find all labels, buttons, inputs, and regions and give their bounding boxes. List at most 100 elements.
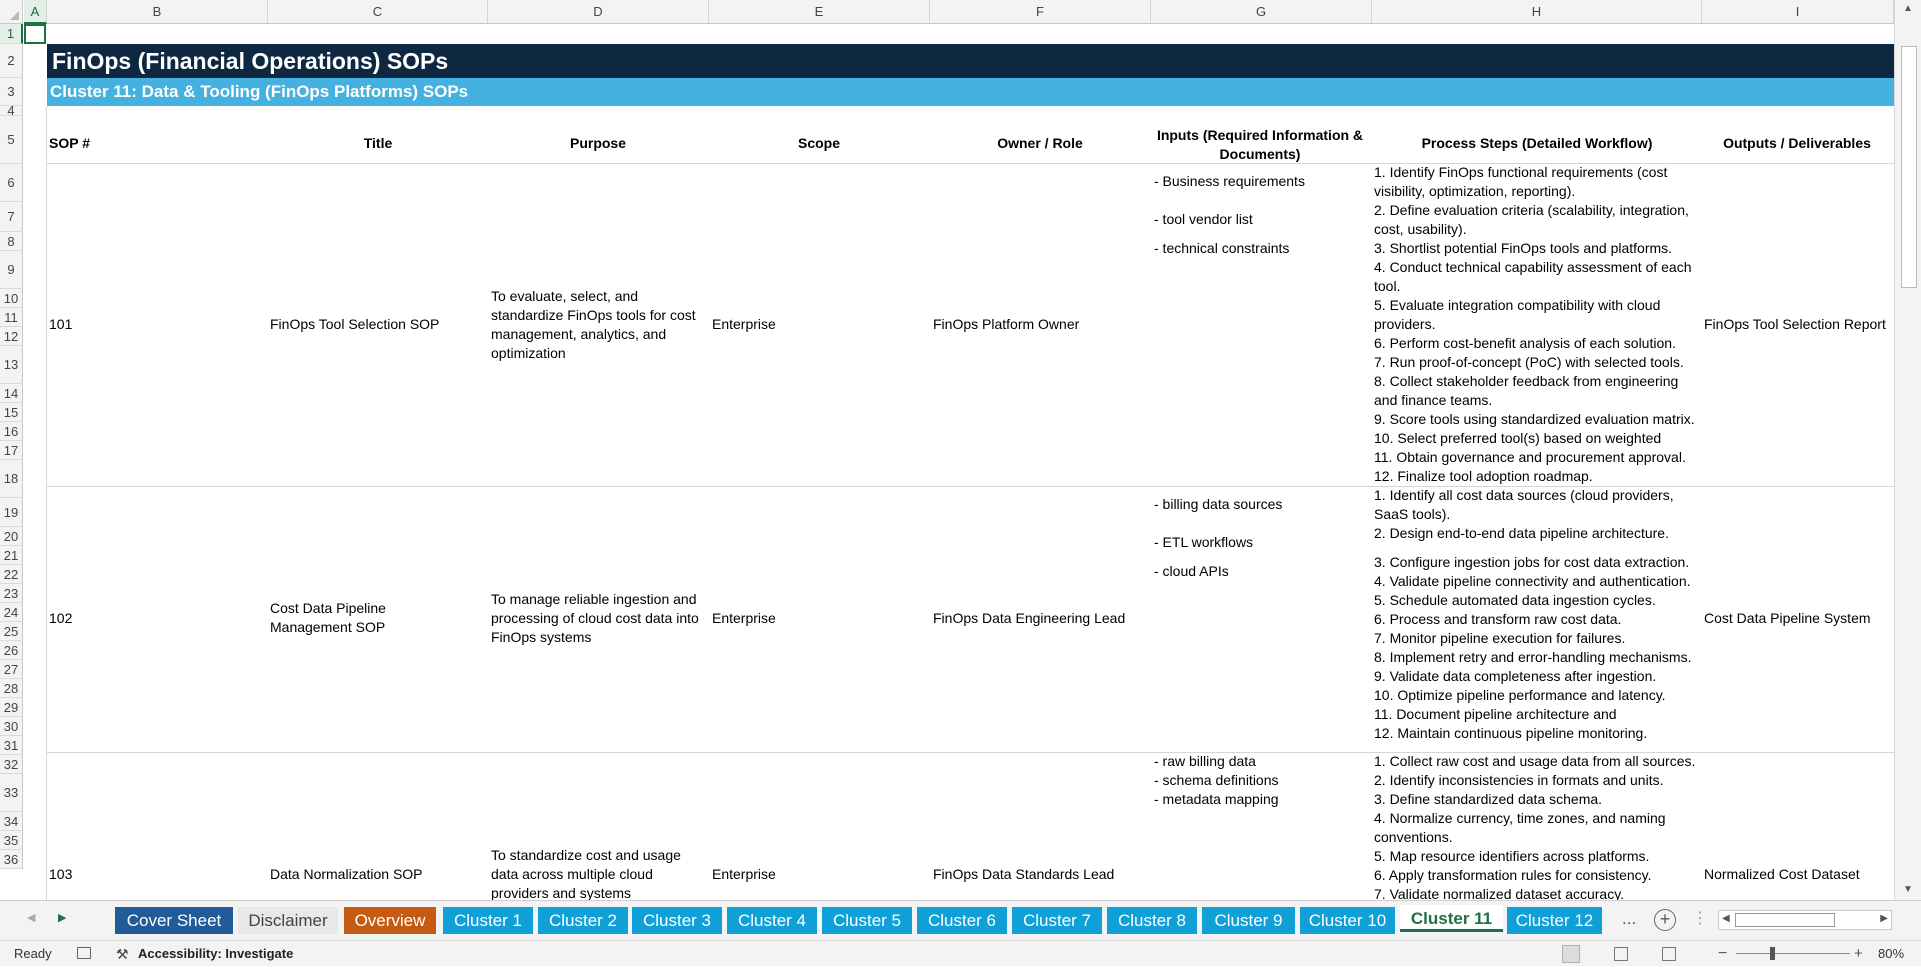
column-header[interactable]: E: [709, 0, 930, 24]
row-header[interactable]: 17: [0, 441, 23, 460]
active-cell-a1[interactable]: [24, 24, 46, 44]
plus-circle-icon[interactable]: +: [1654, 909, 1676, 931]
tab-cluster-7[interactable]: Cluster 7: [1012, 907, 1102, 934]
tab-cluster-11[interactable]: Cluster 11: [1400, 905, 1503, 932]
tab-scroll-right-icon[interactable]: ▶: [58, 911, 66, 924]
zoom-slider-thumb[interactable]: [1770, 947, 1775, 960]
input-item[interactable]: - billing data sources: [1154, 495, 1282, 514]
outputs-cell[interactable]: Normalized Cost Dataset: [1704, 865, 1860, 884]
normal-view-icon[interactable]: [1562, 945, 1580, 963]
horizontal-scrollbar[interactable]: ◀ ▶: [1718, 910, 1892, 930]
row-header[interactable]: 24: [0, 603, 23, 622]
row-header[interactable]: 8: [0, 232, 23, 251]
sop-number-cell[interactable]: 102: [49, 609, 72, 628]
row-header[interactable]: 2: [0, 44, 23, 78]
row-header[interactable]: 7: [0, 202, 23, 232]
tab-cluster-5[interactable]: Cluster 5: [822, 907, 912, 934]
column-header[interactable]: H: [1372, 0, 1702, 24]
input-item[interactable]: - tool vendor list: [1154, 210, 1253, 229]
purpose-cell[interactable]: To standardize cost and usage data acros…: [491, 846, 696, 900]
tab-cluster-6[interactable]: Cluster 6: [917, 907, 1007, 934]
tab-scroll-left-icon[interactable]: ◀: [27, 911, 35, 924]
zoom-out-icon[interactable]: −: [1718, 941, 1727, 967]
tab-cluster-4[interactable]: Cluster 4: [727, 907, 817, 934]
hscroll-right-arrow-icon[interactable]: ▶: [1880, 913, 1888, 924]
row-header[interactable]: 18: [0, 460, 23, 498]
more-tabs-button[interactable]: ...: [1622, 909, 1636, 929]
row-header[interactable]: 32: [0, 755, 23, 774]
row-header[interactable]: 19: [0, 498, 23, 527]
tab-disclaimer[interactable]: Disclaimer: [238, 907, 338, 934]
row-header[interactable]: 10: [0, 289, 23, 308]
row-header[interactable]: 22: [0, 565, 23, 584]
row-header[interactable]: 31: [0, 736, 23, 755]
input-item[interactable]: - Business requirements: [1154, 172, 1305, 191]
vertical-scrollbar[interactable]: ▲ ▼: [1894, 0, 1921, 900]
owner-cell[interactable]: FinOps Data Standards Lead: [933, 865, 1114, 884]
tab-cluster-2[interactable]: Cluster 2: [538, 907, 628, 934]
tab-cluster-8[interactable]: Cluster 8: [1107, 907, 1197, 934]
zoom-in-icon[interactable]: +: [1854, 941, 1863, 967]
row-header[interactable]: 4: [0, 104, 23, 117]
scroll-down-arrow-icon[interactable]: ▼: [1903, 884, 1913, 895]
row-header[interactable]: 28: [0, 679, 23, 698]
scope-cell[interactable]: Enterprise: [712, 609, 776, 628]
process-steps-cell[interactable]: 1. Identify FinOps functional requiremen…: [1374, 163, 1702, 486]
column-header[interactable]: A: [24, 0, 47, 24]
input-item[interactable]: - metadata mapping: [1154, 790, 1279, 809]
scope-cell[interactable]: Enterprise: [712, 315, 776, 334]
tab-cover-sheet[interactable]: Cover Sheet: [115, 907, 233, 934]
purpose-cell[interactable]: To evaluate, select, and standardize Fin…: [491, 287, 701, 363]
process-steps-cell[interactable]: 1. Identify all cost data sources (cloud…: [1374, 486, 1702, 743]
row-header[interactable]: 21: [0, 546, 23, 565]
row-header[interactable]: 13: [0, 346, 23, 384]
input-item[interactable]: - technical constraints: [1154, 239, 1289, 258]
owner-cell[interactable]: FinOps Data Engineering Lead: [933, 609, 1125, 628]
sop-number-cell[interactable]: 103: [49, 865, 72, 884]
tab-cluster-3[interactable]: Cluster 3: [632, 907, 722, 934]
worksheet-grid[interactable]: ABCDEFGHI 1 2 3 4 5 6 7 8 9 10 11 12 13 14 15 16 17 18 19 2…: [0, 0, 1921, 900]
row-header[interactable]: 23: [0, 584, 23, 603]
page-break-view-icon[interactable]: [1662, 947, 1676, 961]
select-all-corner[interactable]: [0, 0, 23, 24]
input-item[interactable]: - cloud APIs: [1154, 562, 1229, 581]
row-header[interactable]: 12: [0, 327, 23, 346]
row-header[interactable]: 33: [0, 774, 23, 812]
row-header[interactable]: 1: [0, 24, 23, 44]
tab-cluster-12[interactable]: Cluster 12: [1507, 907, 1602, 934]
column-header[interactable]: C: [268, 0, 488, 24]
outputs-cell[interactable]: FinOps Tool Selection Report: [1704, 315, 1886, 334]
purpose-cell[interactable]: To manage reliable ingestion and process…: [491, 590, 706, 647]
process-steps-cell[interactable]: 1. Collect raw cost and usage data from …: [1374, 752, 1702, 900]
accessibility-icon[interactable]: ⚒: [116, 941, 129, 967]
vertical-scroll-thumb[interactable]: [1901, 46, 1917, 288]
scope-cell[interactable]: Enterprise: [712, 865, 776, 884]
horizontal-scroll-thumb[interactable]: [1735, 913, 1835, 927]
owner-cell[interactable]: FinOps Platform Owner: [933, 315, 1079, 334]
scroll-up-arrow-icon[interactable]: ▲: [1903, 3, 1913, 14]
row-header[interactable]: 25: [0, 622, 23, 641]
title-cell[interactable]: Data Normalization SOP: [270, 865, 423, 884]
row-header[interactable]: 6: [0, 164, 23, 202]
row-header[interactable]: 34: [0, 812, 23, 831]
column-header[interactable]: D: [488, 0, 709, 24]
tab-overview[interactable]: Overview: [344, 907, 436, 934]
column-header[interactable]: B: [47, 0, 268, 24]
zoom-slider[interactable]: [1736, 947, 1850, 960]
input-item[interactable]: - schema definitions: [1154, 771, 1279, 790]
outputs-cell[interactable]: Cost Data Pipeline System: [1704, 609, 1871, 628]
row-header[interactable]: 35: [0, 831, 23, 850]
row-header[interactable]: 11: [0, 308, 23, 327]
title-cell[interactable]: FinOps Tool Selection SOP: [270, 315, 480, 334]
row-header[interactable]: 30: [0, 717, 23, 736]
column-header[interactable]: F: [930, 0, 1151, 24]
accessibility-status[interactable]: Accessibility: Investigate: [138, 941, 293, 967]
tab-cluster-1[interactable]: Cluster 1: [443, 907, 533, 934]
row-header[interactable]: 16: [0, 422, 23, 441]
row-header[interactable]: 9: [0, 251, 23, 289]
row-header[interactable]: 14: [0, 384, 23, 403]
row-header[interactable]: 20: [0, 527, 23, 546]
column-header[interactable]: I: [1702, 0, 1894, 24]
row-header[interactable]: 29: [0, 698, 23, 717]
tab-cluster-9[interactable]: Cluster 9: [1202, 907, 1295, 934]
